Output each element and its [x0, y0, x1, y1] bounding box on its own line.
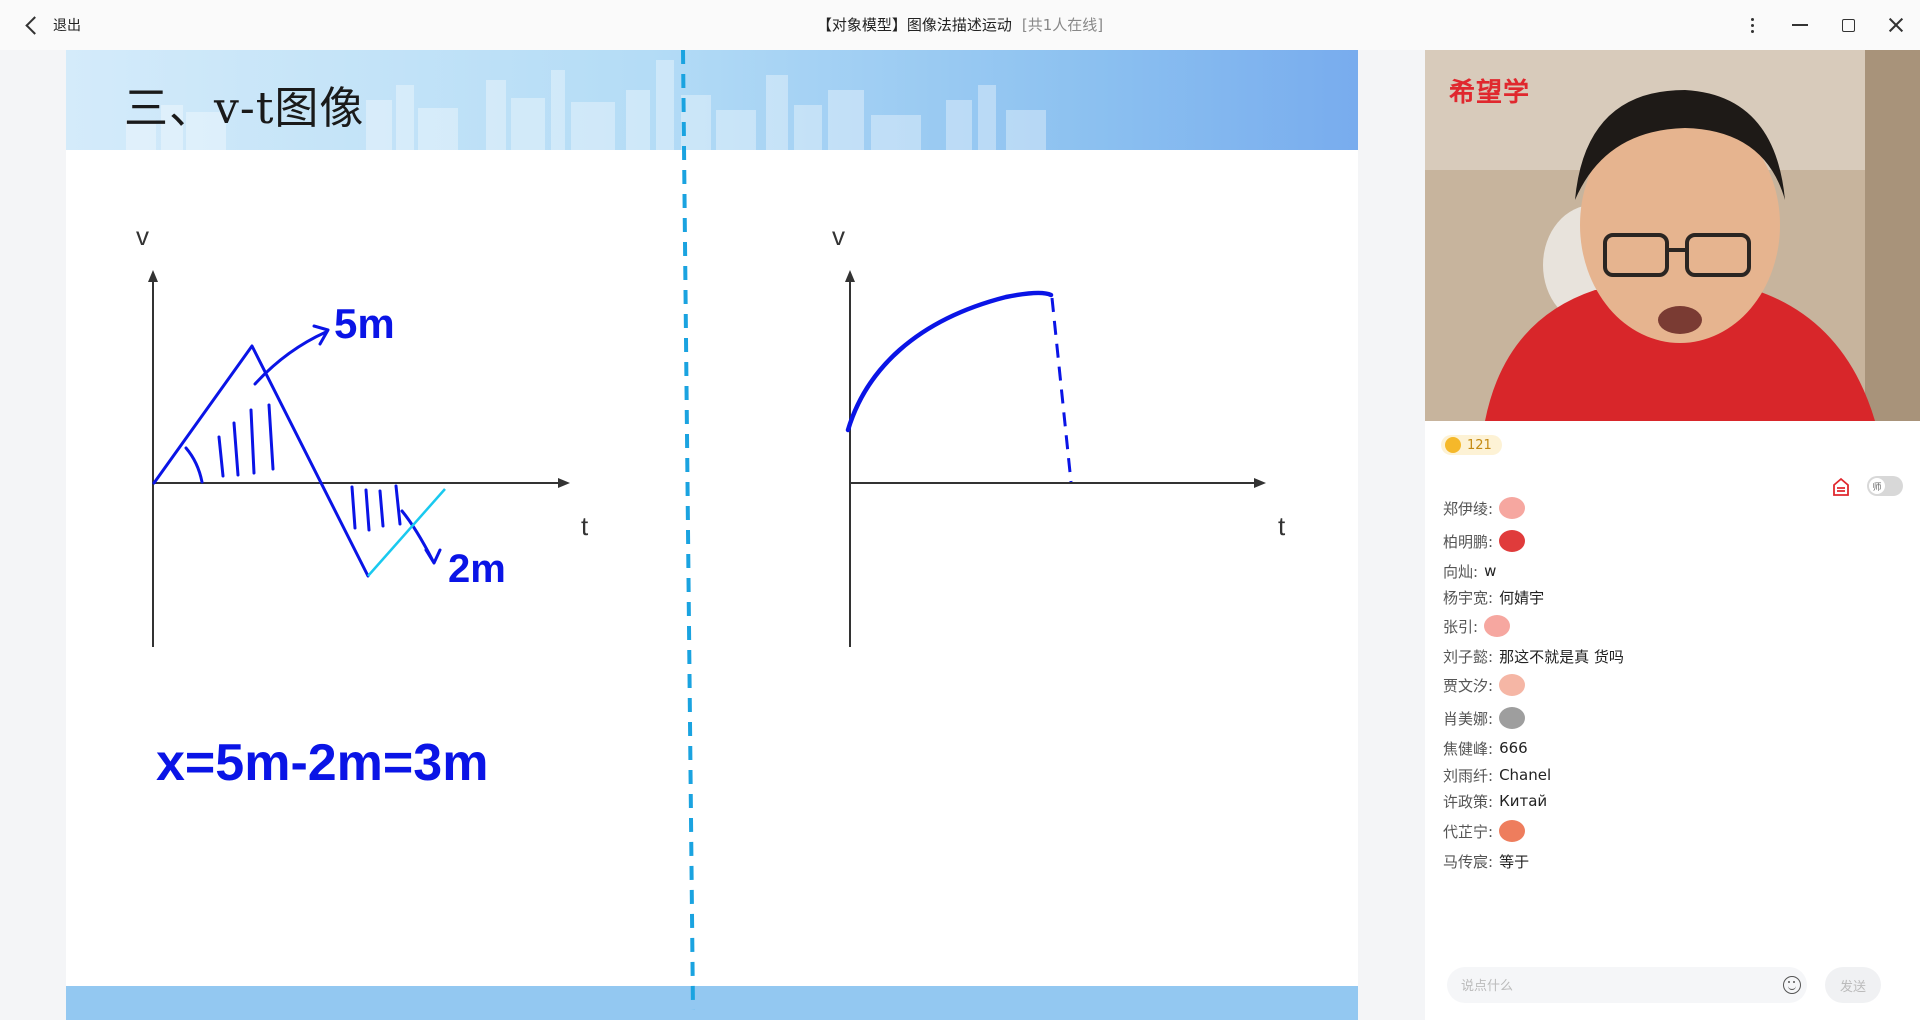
chat-username: 肖美娜: [1443, 709, 1494, 728]
chat-message: 向灿: w [1443, 559, 1496, 583]
hatch-stroke [350, 485, 357, 530]
coin-count: 121 [1467, 437, 1492, 453]
window-controls [1728, 0, 1920, 50]
left-graph: v t 5m 2m x=5m-2m=3m [136, 221, 589, 792]
chat-message: 柏明鹏: [1443, 529, 1526, 553]
chat-message: 马传宸: 等于 [1443, 849, 1529, 873]
coin-icon [1445, 437, 1461, 453]
chat-message: 贾文汐: [1443, 673, 1526, 697]
minimize-icon [1792, 24, 1808, 26]
chat-text: w [1484, 562, 1497, 580]
divider-dashed-line [681, 50, 695, 1011]
chat-panel: 121 师 郑伊绫: 柏明鹏: 向灿: w 杨宇宽: 何婧宇张引: 刘子懿: 那这不就是真 货… [1425, 421, 1920, 1020]
course-title: 【对象模型】图像法描述运动 [816, 16, 1012, 34]
annotation-bottom: 2m [448, 547, 506, 591]
annotation-arrowhead-stroke [424, 548, 442, 565]
chat-username: 许政策: [1443, 792, 1494, 811]
send-button[interactable]: 发送 [1825, 967, 1881, 1003]
exit-button[interactable]: 退出 [24, 13, 81, 37]
hatch-stroke [267, 403, 275, 471]
minimize-button[interactable] [1776, 0, 1824, 50]
thumbs-up-emoji-icon [1484, 615, 1511, 637]
v-t-line-stroke [152, 344, 370, 578]
brand-logo: 希望学 [1449, 78, 1531, 108]
annotation-top: 5m [334, 300, 395, 347]
chat-message: 肖美娜: [1443, 706, 1526, 730]
dashed-drop-stroke [1050, 297, 1073, 483]
chat-message: 许政策: Китай [1443, 789, 1547, 813]
chat-input[interactable] [1459, 967, 1763, 1005]
hatch-stroke [394, 484, 402, 526]
hatch-stroke [232, 421, 240, 477]
velocity-curve-stroke [845, 290, 1054, 433]
right-v-arrow [845, 270, 855, 282]
left-v-arrow [148, 270, 158, 282]
chat-text: 何婧宇 [1499, 588, 1545, 607]
thumbs-up-emoji-icon [1499, 497, 1526, 519]
more-vertical-icon [1750, 17, 1754, 33]
hatch-stroke [217, 435, 225, 478]
toggle-knob: 师 [1869, 478, 1885, 494]
left-v-label: v [136, 221, 149, 251]
emoji-picker-icon[interactable] [1783, 976, 1801, 994]
chat-username: 向灿: [1443, 562, 1479, 581]
maximize-button[interactable] [1824, 0, 1872, 50]
kiss-lips-emoji-icon [1499, 530, 1526, 552]
chat-text: Chanel [1499, 766, 1552, 784]
chevron-left-icon [25, 15, 44, 35]
coin-badge: 121 [1441, 435, 1502, 455]
chat-message: 刘雨纤: Chanel [1443, 763, 1551, 787]
chat-message: 张引: [1443, 614, 1511, 638]
chat-username: 刘雨纤: [1443, 766, 1494, 785]
teacher-filter-icon[interactable] [1831, 477, 1851, 497]
chat-message: 焦健峰: 666 [1443, 736, 1528, 760]
chat-username: 贾文汐: [1443, 676, 1494, 695]
title-bar: 退出 【对象模型】图像法描述运动 [共1人在线] [0, 0, 1920, 50]
chat-input-box[interactable] [1447, 967, 1807, 1005]
right-graph: v t [832, 221, 1286, 647]
chat-username: 柏明鹏: [1443, 532, 1494, 551]
courseware-slide: 三、v-t图像 v t 5m 2m x=5m-2m=3m v t [66, 50, 1358, 1020]
window-title: 【对象模型】图像法描述运动 [共1人在线] [0, 14, 1920, 35]
chat-username: 郑伊绫: [1443, 499, 1494, 518]
close-icon [1888, 17, 1904, 33]
right-t-arrow [1254, 478, 1266, 488]
chat-message: 郑伊绫: [1443, 496, 1526, 520]
teacher-video: 希望学 [1425, 50, 1920, 421]
chat-username: 马传宸: [1443, 852, 1494, 871]
chat-text: 那这不就是真 货吗 [1499, 647, 1624, 666]
right-v-label: v [832, 221, 845, 251]
chat-message: 杨宇宽: 何婧宇 [1443, 585, 1544, 609]
exit-label: 退出 [53, 18, 81, 34]
chat-username: 刘子懿: [1443, 647, 1494, 666]
online-count: [共1人在线] [1021, 16, 1104, 34]
chat-text: 666 [1499, 739, 1528, 757]
chat-username: 焦健峰: [1443, 739, 1494, 758]
chat-message: 代芷宁: [1443, 819, 1526, 843]
chat-message: 刘子懿: 那这不就是真 货吗 [1443, 644, 1624, 668]
chat-text: 等于 [1499, 852, 1530, 871]
maximize-icon [1841, 18, 1855, 32]
whiteboard-canvas: v t 5m 2m x=5m-2m=3m v t [136, 50, 1286, 1011]
hatch-stroke [378, 489, 385, 528]
angle-arc-stroke [184, 446, 204, 484]
close-button[interactable] [1872, 0, 1920, 50]
chat-text: Китай [1499, 792, 1548, 810]
right-t-label: t [1278, 511, 1286, 541]
hatch-stroke [364, 488, 371, 532]
teacher-only-toggle[interactable]: 师 [1867, 476, 1903, 496]
left-t-label: t [581, 511, 589, 541]
ok-hand-emoji-icon [1499, 674, 1526, 696]
chat-username: 代芷宁: [1443, 822, 1494, 841]
hatch-stroke [249, 408, 256, 475]
chat-username: 杨宇宽: [1443, 588, 1494, 607]
left-t-arrow [558, 478, 570, 488]
more-button[interactable] [1728, 0, 1776, 50]
monkey-face-emoji-icon [1499, 820, 1526, 842]
monkey-emoji-icon [1499, 707, 1526, 729]
chat-username: 张引: [1443, 617, 1479, 636]
displacement-equation: x=5m-2m=3m [156, 734, 488, 792]
